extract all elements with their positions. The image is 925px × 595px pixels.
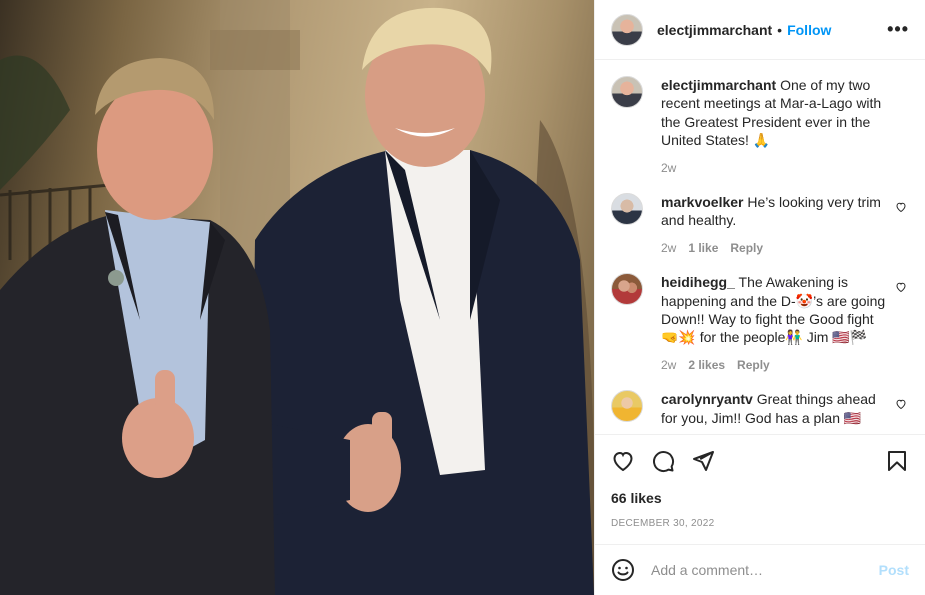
avatar[interactable] bbox=[611, 193, 643, 226]
comment: markvoelker He’s looking very trim and h… bbox=[611, 193, 909, 257]
heart-icon[interactable] bbox=[895, 281, 907, 293]
reply-button[interactable]: Reply bbox=[730, 239, 763, 257]
post-photo[interactable] bbox=[0, 0, 594, 595]
likes-count[interactable]: 66 likes bbox=[611, 490, 909, 506]
comment-icon[interactable] bbox=[651, 449, 675, 473]
action-icons bbox=[611, 435, 909, 487]
photo-illustration bbox=[0, 0, 594, 595]
more-options-icon[interactable]: ••• bbox=[887, 19, 909, 40]
comment: heidihegg_ The Awakening is happening an… bbox=[611, 273, 909, 374]
comment: carolynryantv Great things ahead for you… bbox=[611, 390, 909, 427]
reply-button[interactable]: Reply bbox=[737, 356, 770, 374]
bookmark-icon[interactable] bbox=[885, 449, 909, 473]
smiley-icon[interactable] bbox=[611, 558, 635, 582]
avatar[interactable] bbox=[611, 13, 643, 46]
post-header: electjimmarchant • Follow ••• bbox=[595, 0, 925, 60]
caption: electjimmarchant One of my two recent me… bbox=[611, 76, 909, 177]
follow-button[interactable]: Follow bbox=[787, 22, 831, 38]
heart-icon[interactable] bbox=[611, 449, 635, 473]
post-actions: 66 likes DECEMBER 30, 2022 bbox=[595, 434, 925, 529]
post-button[interactable]: Post bbox=[879, 562, 909, 578]
comment-username[interactable]: heidihegg_ bbox=[661, 274, 735, 290]
comment-input[interactable] bbox=[651, 562, 879, 578]
avatar[interactable] bbox=[611, 273, 643, 306]
caption-time[interactable]: 2w bbox=[661, 159, 676, 177]
comment-likes[interactable]: 1 like bbox=[688, 239, 718, 257]
author-username[interactable]: electjimmarchant bbox=[657, 22, 772, 38]
comment-time[interactable]: 2w bbox=[661, 239, 676, 257]
avatar[interactable] bbox=[611, 390, 643, 423]
comment-likes[interactable]: 2 likes bbox=[688, 356, 725, 374]
comment-meta: 2w 2 likes Reply bbox=[661, 356, 887, 374]
comments-list[interactable]: electjimmarchant One of my two recent me… bbox=[595, 60, 925, 433]
comment-username[interactable]: carolynryantv bbox=[661, 391, 753, 407]
add-comment-bar: Post bbox=[595, 544, 925, 595]
comment-username[interactable]: markvoelker bbox=[661, 194, 744, 210]
caption-meta: 2w bbox=[661, 159, 887, 177]
share-icon[interactable] bbox=[691, 449, 715, 473]
post-date: DECEMBER 30, 2022 bbox=[611, 518, 715, 529]
heart-icon[interactable] bbox=[895, 201, 907, 213]
comment-meta: 2w 1 like Reply bbox=[661, 239, 887, 257]
separator-dot: • bbox=[777, 21, 783, 38]
heart-icon[interactable] bbox=[895, 398, 907, 410]
comment-time[interactable]: 2w bbox=[661, 356, 676, 374]
post-side-panel: electjimmarchant • Follow ••• electjimma… bbox=[594, 0, 925, 595]
avatar[interactable] bbox=[611, 76, 643, 108]
caption-username[interactable]: electjimmarchant bbox=[661, 77, 776, 93]
